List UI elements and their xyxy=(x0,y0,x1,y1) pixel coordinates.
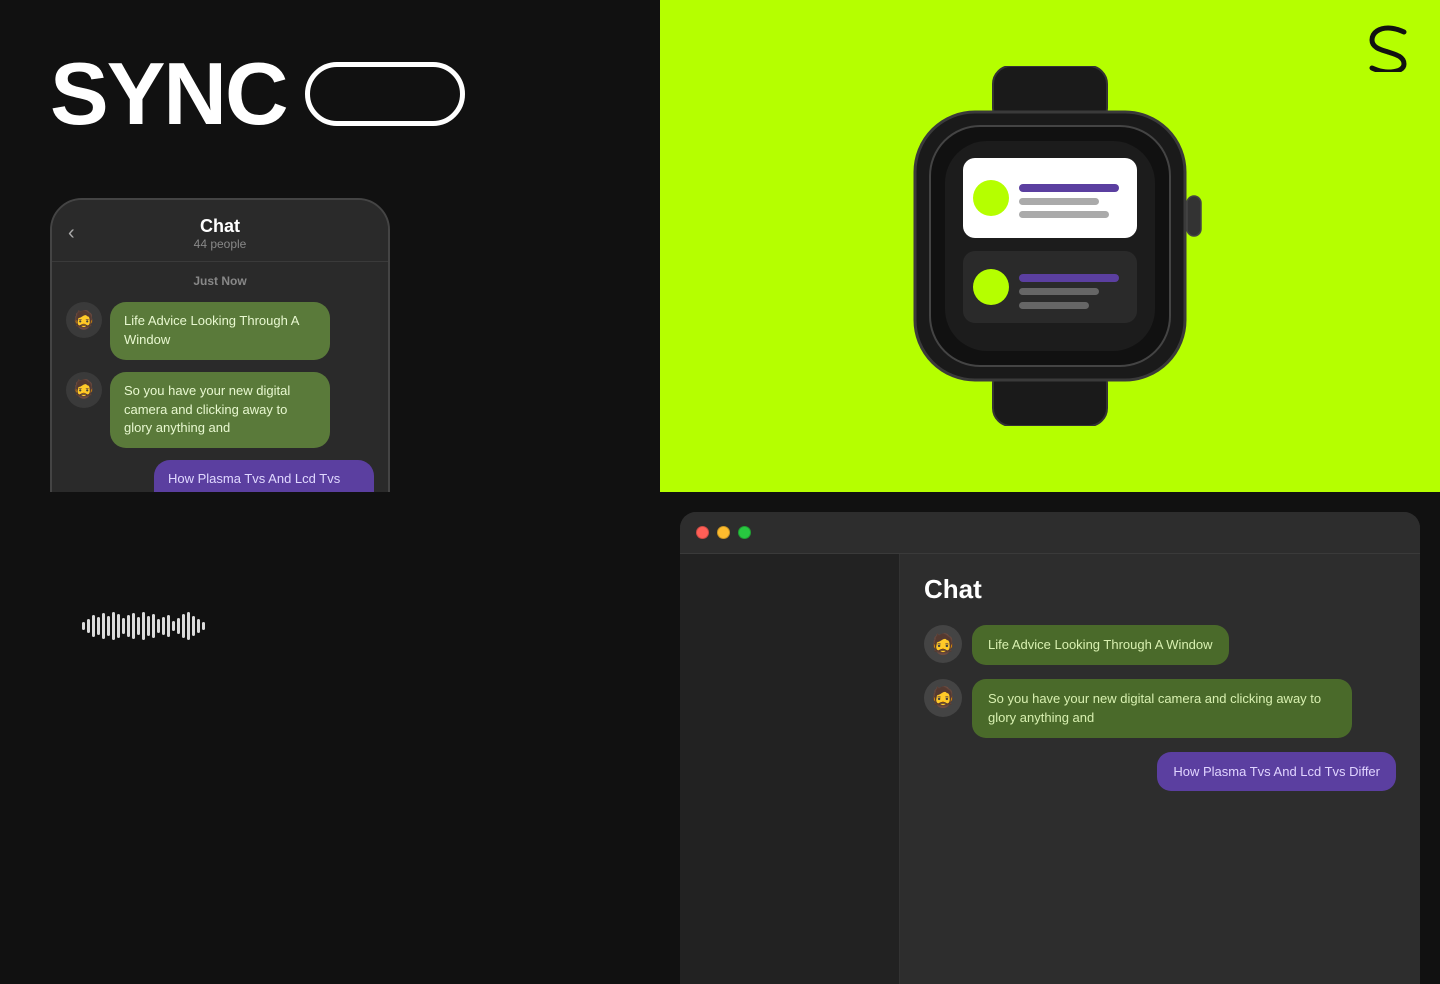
watch-illustration: 🔔 🔔 xyxy=(895,66,1205,426)
desktop-message-row-self: How Plasma Tvs And Lcd Tvs Differ xyxy=(924,752,1396,792)
traffic-light-yellow[interactable] xyxy=(717,526,730,539)
chat-message-row: 🧔 Life Advice Looking Through A Window xyxy=(52,296,388,366)
bottom-left-section xyxy=(0,492,660,984)
desktop-bubble-green: Life Advice Looking Through A Window xyxy=(972,625,1229,665)
avatar: 🧔 xyxy=(66,302,102,338)
desktop-avatar: 🧔 xyxy=(924,625,962,663)
phone-header: ‹ Chat 44 people xyxy=(52,200,388,262)
bubble-green: Life Advice Looking Through A Window xyxy=(110,302,330,360)
desktop-avatar: 🧔 xyxy=(924,679,962,717)
desktop-main: Chat 🧔 Life Advice Looking Through A Win… xyxy=(900,554,1420,984)
phone-chat-subtitle: 44 people xyxy=(194,237,247,251)
desktop-chat-section: Chat 🧔 Life Advice Looking Through A Win… xyxy=(680,512,1420,984)
sync-pill-icon xyxy=(305,62,465,126)
desktop-titlebar xyxy=(680,512,1420,554)
desktop-sidebar xyxy=(680,554,900,984)
traffic-light-red[interactable] xyxy=(696,526,709,539)
sync-logo: SYNC xyxy=(50,50,287,138)
desktop-chat-title: Chat xyxy=(924,574,1396,605)
desktop-body: Chat 🧔 Life Advice Looking Through A Win… xyxy=(680,554,1420,984)
logo-row: SYNC xyxy=(50,50,465,138)
desktop-bubble-green: So you have your new digital camera and … xyxy=(972,679,1352,738)
back-button[interactable]: ‹ xyxy=(68,222,75,245)
phone-chat-title: Chat xyxy=(194,216,247,237)
chat-message-row: 🧔 So you have your new digital camera an… xyxy=(52,366,388,455)
desktop-bubble-purple: How Plasma Tvs And Lcd Tvs Differ xyxy=(1157,752,1396,792)
traffic-light-green[interactable] xyxy=(738,526,751,539)
top-left-section: SYNC ‹ Chat 44 people Just Now 🧔 Life Ad… xyxy=(0,0,660,492)
timestamp-label: Just Now xyxy=(52,262,388,296)
s-logo-icon xyxy=(1368,24,1408,81)
bubble-green: So you have your new digital camera and … xyxy=(110,372,330,449)
avatar: 🧔 xyxy=(66,372,102,408)
desktop-message-row: 🧔 So you have your new digital camera an… xyxy=(924,679,1396,738)
desktop-message-row: 🧔 Life Advice Looking Through A Window xyxy=(924,625,1396,665)
top-right-section: 🔔 🔔 xyxy=(660,0,1440,492)
